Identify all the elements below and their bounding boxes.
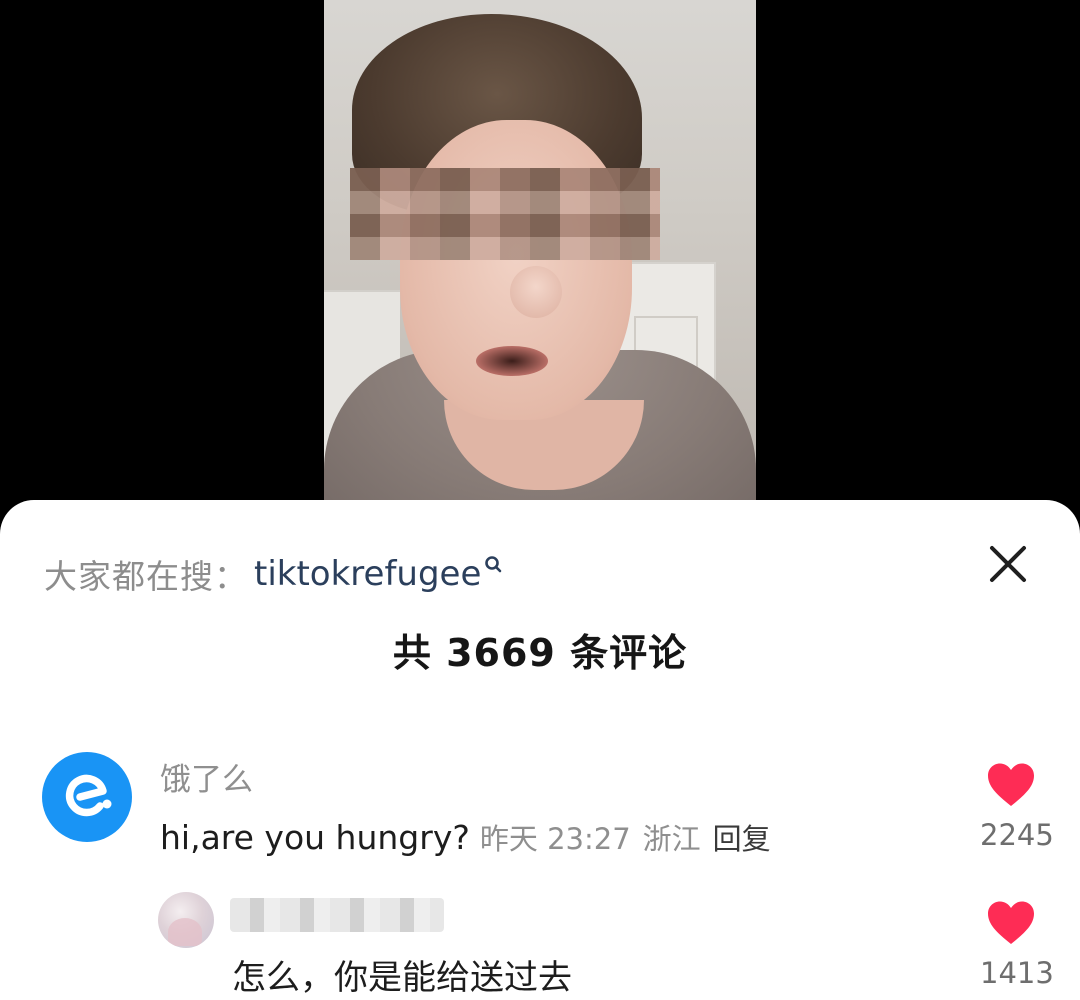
comment-location: 浙江 [642, 822, 701, 856]
comment-sheet: 大家都在搜： tiktokrefugee 共 3669 条评论 饿了么 hi,a… [0, 500, 1080, 1000]
comment-body: hi,are you hungry? 昨天 23:27 浙江 回复 [160, 816, 771, 858]
trending-search-prefix: 大家都在搜： [44, 557, 248, 596]
face-mosaic-blur [350, 168, 660, 260]
reply-button[interactable]: 回复 [713, 822, 771, 856]
comment-time: 昨天 23:27 [479, 822, 631, 856]
comment-count-title: 共 3669 条评论 [392, 631, 688, 675]
comment-username-blurred [230, 898, 444, 932]
trending-search-term[interactable]: tiktokrefugee [254, 554, 481, 594]
like-count: 1413 [980, 956, 1054, 990]
like-count: 2245 [980, 818, 1054, 852]
avatar[interactable] [42, 752, 132, 842]
video-area[interactable] [0, 0, 1080, 540]
video-person-nose [510, 266, 562, 318]
video-frame[interactable] [324, 0, 756, 520]
like-button[interactable]: 1413 [980, 900, 1054, 990]
heart-icon [988, 763, 1034, 806]
avatar[interactable] [158, 892, 214, 948]
video-person-mouth [476, 346, 548, 376]
close-icon [990, 546, 1026, 582]
eleme-logo-icon [65, 774, 112, 817]
comment-text: 怎么，你是能给送过去 [232, 958, 572, 998]
comment-text: hi,are you hungry? [160, 818, 470, 857]
search-icon [485, 556, 502, 573]
close-button[interactable] [982, 538, 1034, 590]
comment-username[interactable]: 饿了么 [160, 754, 253, 799]
like-button[interactable]: 2245 [980, 762, 1054, 852]
trending-search-row[interactable]: 大家都在搜： tiktokrefugee [44, 550, 505, 598]
heart-icon [988, 901, 1034, 944]
